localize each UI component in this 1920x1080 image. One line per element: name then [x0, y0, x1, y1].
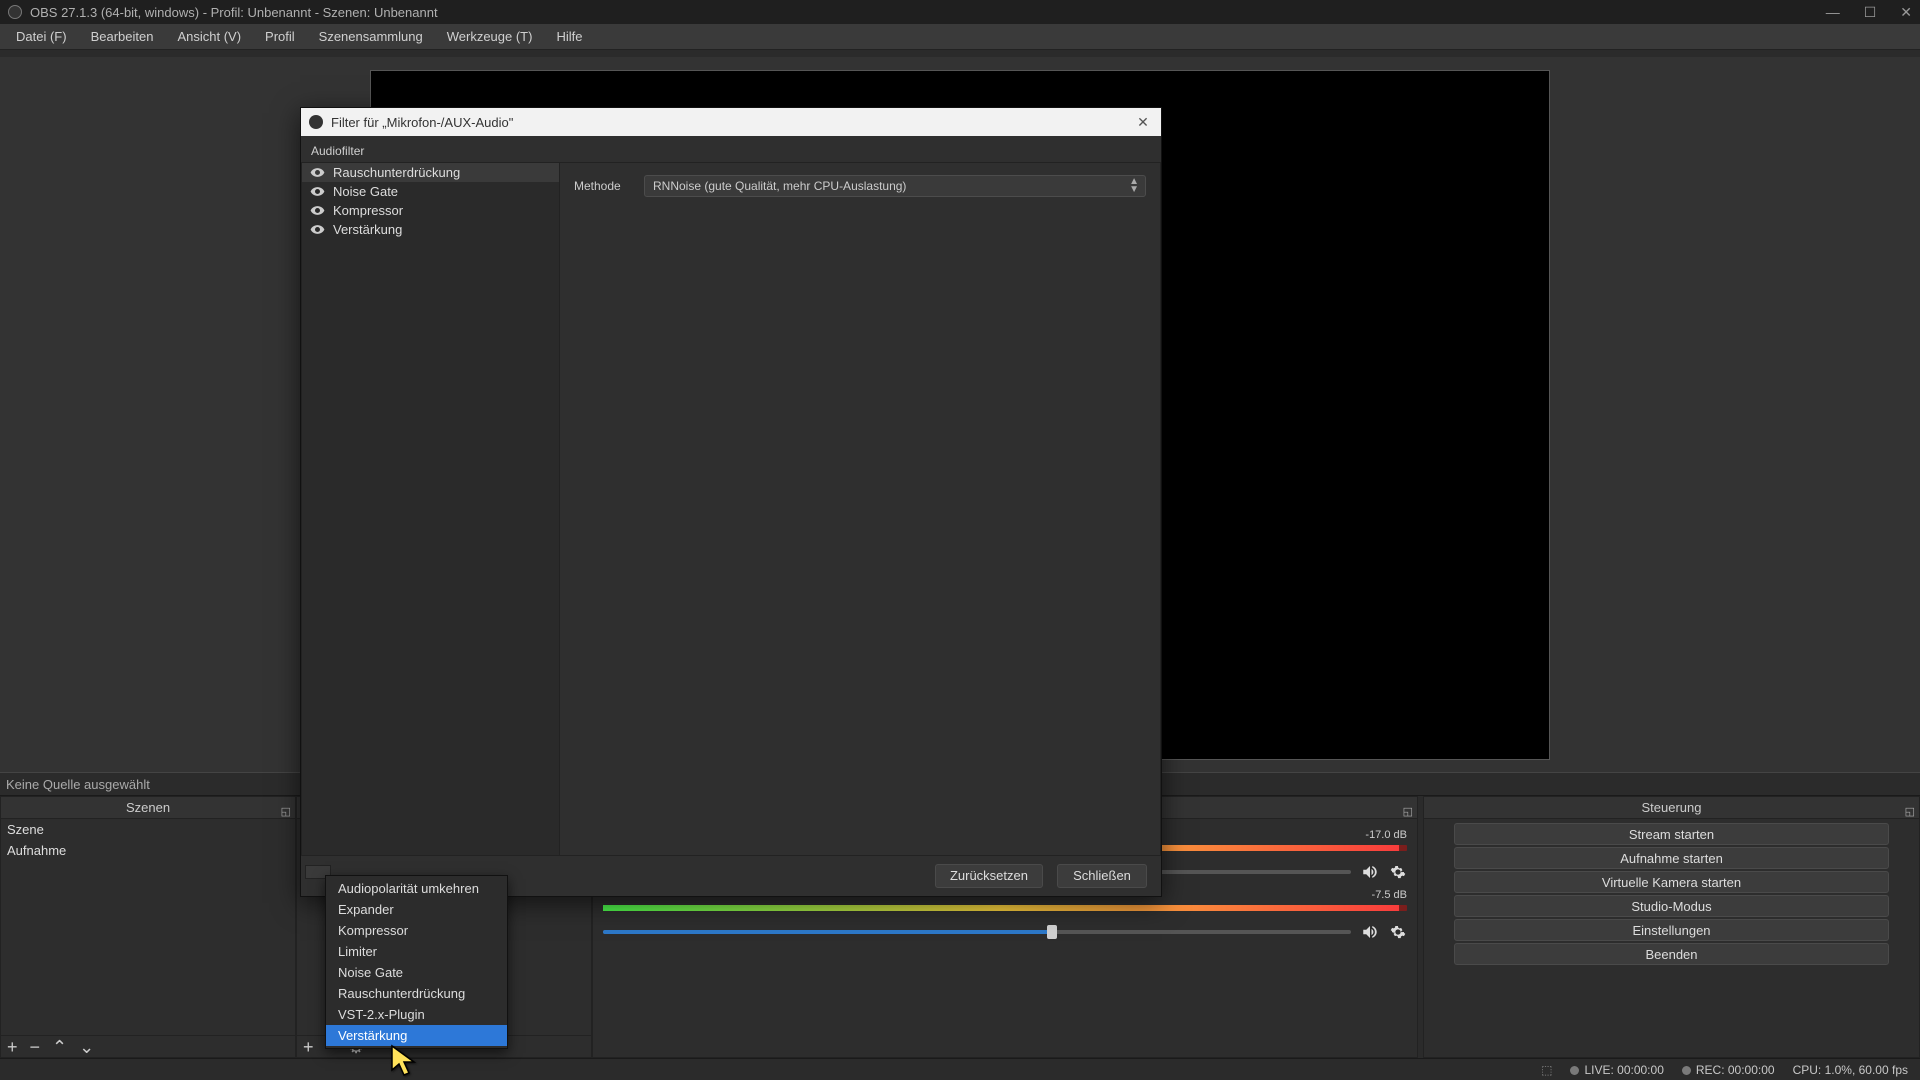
filter-item-label: Noise Gate: [333, 184, 398, 199]
channel-settings-button[interactable]: [1389, 923, 1407, 941]
method-select[interactable]: RNNoise (gute Qualität, mehr CPU-Auslast…: [644, 175, 1146, 197]
dialog-title: Filter für „Mikrofon-/AUX-Audio": [331, 115, 513, 130]
network-icon: ⬚: [1541, 1063, 1552, 1077]
menu-profile[interactable]: Profil: [255, 26, 305, 47]
start-recording-button[interactable]: Aufnahme starten: [1454, 847, 1889, 869]
audiofilter-section-label: Audiofilter: [301, 136, 1161, 162]
mute-button[interactable]: [1361, 923, 1379, 941]
visibility-icon[interactable]: [310, 222, 325, 237]
live-status-dot: [1570, 1066, 1579, 1075]
dock-scenes: Szenen ◱ Szene Aufnahme + − ⌃ ⌄: [0, 796, 296, 1058]
ctx-item-vst-plugin[interactable]: VST-2.x-Plugin: [326, 1004, 507, 1025]
filter-item-label: Verstärkung: [333, 222, 402, 237]
close-button[interactable]: Schließen: [1057, 864, 1147, 888]
channel-db-value: -7.5 dB: [1372, 889, 1407, 901]
close-button[interactable]: ✕: [1900, 4, 1912, 21]
window-title: OBS 27.1.3 (64-bit, windows) - Profil: U…: [30, 5, 438, 20]
menu-help[interactable]: Hilfe: [546, 26, 592, 47]
ctx-item-limiter[interactable]: Limiter: [326, 941, 507, 962]
statusbar: ⬚ LIVE: 00:00:00 REC: 00:00:00 CPU: 1.0%…: [0, 1058, 1920, 1080]
dock-controls: Steuerung ◱ Stream starten Aufnahme star…: [1423, 796, 1920, 1058]
channel-settings-button[interactable]: [1389, 863, 1407, 881]
method-select-value: RNNoise (gute Qualität, mehr CPU-Auslast…: [653, 179, 906, 193]
studio-mode-button[interactable]: Studio-Modus: [1454, 895, 1889, 917]
ctx-item-verstaerkung[interactable]: Verstärkung: [326, 1025, 507, 1046]
filter-item[interactable]: Rauschunterdrückung: [302, 163, 559, 182]
cpu-status: CPU: 1.0%, 60.00 fps: [1793, 1063, 1908, 1077]
visibility-icon[interactable]: [310, 203, 325, 218]
ctx-item-noise-gate[interactable]: Noise Gate: [326, 962, 507, 983]
filter-item[interactable]: Verstärkung: [302, 220, 559, 239]
channel-db-value: -17.0 dB: [1365, 829, 1407, 841]
filter-item-label: Rauschunterdrückung: [333, 165, 460, 180]
live-status: LIVE: 00:00:00: [1584, 1063, 1663, 1077]
exit-button[interactable]: Beenden: [1454, 943, 1889, 965]
volume-slider[interactable]: [603, 930, 1351, 934]
method-label: Methode: [574, 179, 634, 193]
filter-list-pane: Rauschunterdrückung Noise Gate Kompresso…: [301, 162, 559, 856]
ctx-item-audiopolaritaet[interactable]: Audiopolarität umkehren: [326, 878, 507, 899]
obs-app-icon: [8, 5, 22, 19]
filter-properties-pane: Methode RNNoise (gute Qualität, mehr CPU…: [559, 162, 1161, 856]
menu-edit[interactable]: Bearbeiten: [81, 26, 164, 47]
menu-tools[interactable]: Werkzeuge (T): [437, 26, 543, 47]
menu-scene-collection[interactable]: Szenensammlung: [309, 26, 433, 47]
dialog-close-button[interactable]: ✕: [1133, 112, 1153, 132]
filter-item[interactable]: Kompressor: [302, 201, 559, 220]
visibility-icon[interactable]: [310, 165, 325, 180]
dialog-app-icon: [309, 115, 323, 129]
menu-view[interactable]: Ansicht (V): [167, 26, 251, 47]
scene-list-item[interactable]: Aufnahme: [1, 840, 295, 861]
settings-button[interactable]: Einstellungen: [1454, 919, 1889, 941]
minimize-button[interactable]: —: [1826, 4, 1840, 21]
audio-meter: [603, 905, 1407, 919]
select-arrows-icon: ▲▼: [1129, 178, 1139, 194]
start-virtual-cam-button[interactable]: Virtuelle Kamera starten: [1454, 871, 1889, 893]
rec-status: REC: 00:00:00: [1696, 1063, 1775, 1077]
ctx-item-expander[interactable]: Expander: [326, 899, 507, 920]
rec-status-dot: [1682, 1066, 1691, 1075]
menu-file[interactable]: Datei (F): [6, 26, 77, 47]
add-filter-context-menu: Audiopolarität umkehren Expander Kompres…: [325, 875, 508, 1049]
dialog-titlebar[interactable]: Filter für „Mikrofon-/AUX-Audio" ✕: [301, 108, 1161, 136]
filter-dialog: Filter für „Mikrofon-/AUX-Audio" ✕ Audio…: [300, 107, 1162, 897]
reset-button[interactable]: Zurücksetzen: [935, 864, 1043, 888]
filter-item[interactable]: Noise Gate: [302, 182, 559, 201]
menubar: Datei (F) Bearbeiten Ansicht (V) Profil …: [0, 24, 1920, 50]
maximize-button[interactable]: ☐: [1864, 4, 1877, 21]
dock-scenes-title: Szenen ◱: [1, 797, 295, 819]
ctx-item-rauschunterdrueckung[interactable]: Rauschunterdrückung: [326, 983, 507, 1004]
visibility-icon[interactable]: [310, 184, 325, 199]
filter-item-label: Kompressor: [333, 203, 403, 218]
scene-list-item[interactable]: Szene: [1, 819, 295, 840]
no-source-label: Keine Quelle ausgewählt: [6, 777, 150, 792]
dock-controls-title: Steuerung ◱: [1424, 797, 1919, 819]
start-stream-button[interactable]: Stream starten: [1454, 823, 1889, 845]
window-titlebar: OBS 27.1.3 (64-bit, windows) - Profil: U…: [0, 0, 1920, 24]
scenes-toolbar: + − ⌃ ⌄: [1, 1035, 295, 1057]
ctx-item-kompressor[interactable]: Kompressor: [326, 920, 507, 941]
mute-button[interactable]: [1361, 863, 1379, 881]
